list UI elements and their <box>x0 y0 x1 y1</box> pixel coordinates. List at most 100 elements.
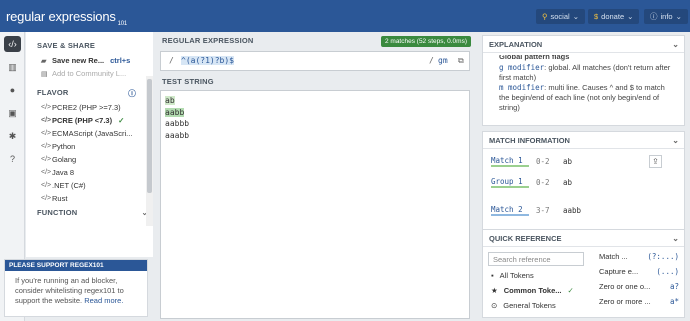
explanation-body: Global pattern flags g modifier: global.… <box>483 53 684 113</box>
flavor-label: Java 8 <box>52 168 75 177</box>
test-line-text: aabb <box>165 107 185 117</box>
reference-category[interactable]: ⊙ General Tokens <box>491 301 556 310</box>
test-line: aabbb <box>165 119 465 131</box>
explanation-header: EXPLANATION ⌄ <box>483 36 684 53</box>
all-tokens-icon: ▪ <box>491 271 494 280</box>
flavor-item[interactable]: </> .NET (C#) <box>26 179 153 192</box>
flavor-item[interactable]: </> Python <box>26 140 153 153</box>
delimiter-open: / <box>169 56 174 65</box>
match-info-row: Match 2 3-7 aabb <box>491 204 684 216</box>
library-icon[interactable]: ▥ <box>4 59 21 75</box>
reference-token[interactable]: Zero or more ... a* <box>599 297 679 306</box>
explanation-heading: Global pattern flags <box>499 55 570 61</box>
save-new-regex[interactable]: ▰ Save new Re... ctrl+s <box>26 54 153 67</box>
reference-token[interactable]: Capture e... (...) <box>599 267 679 276</box>
logo-version: 101 <box>117 20 128 27</box>
regex-editor-icon[interactable]: ‹/› <box>4 36 21 52</box>
add-to-community[interactable]: ▤ Add to Community L... <box>26 67 153 80</box>
code-icon: </> <box>41 195 52 202</box>
code-icon: </> <box>41 182 52 189</box>
reference-category[interactable]: ★ Common Toke... ✓ <box>491 286 574 295</box>
token-label: Match ... <box>599 252 628 261</box>
sidebar-scrollbar[interactable] <box>146 76 153 226</box>
check-icon: ✓ <box>567 286 574 295</box>
chevron-down-icon[interactable]: ⌄ <box>672 36 679 53</box>
share-icon[interactable]: ⇪ <box>649 155 662 168</box>
function-title: FUNCTION ⌄ <box>26 208 153 217</box>
add-community-label: Add to Community L... <box>52 69 127 78</box>
match-info-row: Group 1 0-2 ab <box>491 176 684 188</box>
test-line-text: aaabb <box>165 130 190 140</box>
flavor-title: FLAVOR ⓘ <box>26 88 153 99</box>
read-more-link[interactable]: Read more. <box>84 296 123 305</box>
chevron-down-icon: ⌄ <box>627 12 634 21</box>
flavor-item[interactable]: </> PCRE2 (PHP >=7.3) <box>26 101 153 114</box>
account-icon[interactable]: ● <box>4 82 21 98</box>
function-title-text: FUNCTION <box>37 208 78 217</box>
settings-icon[interactable]: ✱ <box>4 128 21 144</box>
flavor-item[interactable]: </> PCRE (PHP <7.3) ✓ <box>26 114 153 127</box>
flavor-label: Golang <box>52 155 77 164</box>
donate-button[interactable]: $ donate ⌄ <box>588 9 640 24</box>
flavor-item[interactable]: </> Rust <box>26 192 153 205</box>
code-icon: </> <box>41 130 52 137</box>
match-count-badge: 2 matches (52 steps, 0.0ms) <box>380 36 471 47</box>
flavor-list: </> PCRE2 (PHP >=7.3) </> PCRE (PHP <7.3) ✓ <… <box>26 101 153 205</box>
explanation-title: EXPLANATION <box>489 40 543 49</box>
logo[interactable]: regular expressions 101 <box>6 9 127 27</box>
chevron-down-icon: ⌄ <box>675 12 682 21</box>
flavor-item[interactable]: </> ECMAScript (JavaScri... <box>26 127 153 140</box>
star-icon: ★ <box>491 286 498 295</box>
donate-label: donate <box>601 12 625 21</box>
match-name: Match 2 <box>491 205 529 216</box>
flavor-label: PCRE2 (PHP >=7.3) <box>52 103 121 112</box>
social-button[interactable]: ⚲ social ⌄ <box>536 9 585 24</box>
test-line: ab <box>165 96 465 108</box>
reference-category[interactable]: ▪ All Tokens <box>491 271 534 280</box>
g-modifier: g modifier <box>499 63 545 72</box>
social-label: social <box>550 12 570 21</box>
chevron-down-icon[interactable]: ⌄ <box>672 230 679 247</box>
test-string-input[interactable]: ab aabb aabbb aaabb <box>160 90 470 319</box>
help-icon[interactable]: ⓘ <box>128 88 136 99</box>
copy-icon[interactable]: ⧉ <box>458 56 464 66</box>
m-modifier: m modifier <box>499 83 545 92</box>
info-button[interactable]: ⓘ info ⌄ <box>644 9 688 24</box>
category-label: General Tokens <box>503 301 556 310</box>
test-line: aaabb <box>165 131 465 143</box>
match-name: Match 1 <box>491 156 529 167</box>
flavor-label: Rust <box>52 194 68 203</box>
community-icon: ▤ <box>41 70 48 78</box>
match-value: aabb <box>563 205 582 215</box>
sidebar: SAVE & SHARE ▰ Save new Re... ctrl+s ▤ Add … <box>26 32 153 257</box>
support-box: PLEASE SUPPORT REGEX101 If you're runnin… <box>4 259 148 317</box>
regex-input[interactable]: / ^(a(?1)?b)$ / gm ⧉ <box>160 51 470 71</box>
match-name: Group 1 <box>491 177 529 188</box>
flavor-item[interactable]: </> Golang <box>26 153 153 166</box>
chevron-down-icon[interactable]: ⌄ <box>672 132 679 149</box>
top-bar: regular expressions 101 ⚲ social ⌄ $ donate ⌄… <box>0 0 690 32</box>
match-info-header: MATCH INFORMATION ⌄ <box>483 132 684 149</box>
delimiter-close: / <box>429 56 434 65</box>
quick-reference-header: QUICK REFERENCE ⌄ <box>483 230 684 247</box>
reference-token[interactable]: Match ... (?:...) <box>599 252 679 261</box>
match-position: 3-7 <box>536 205 550 215</box>
support-text: If you're running an ad blocker, conside… <box>5 271 147 306</box>
reference-token[interactable]: Zero or one o... a? <box>599 282 679 291</box>
save-shortcut: ctrl+s <box>110 56 131 65</box>
regex-pattern[interactable]: ^(a(?1)?b)$ <box>181 56 234 65</box>
quiz-icon[interactable]: ▣ <box>4 105 21 121</box>
code-icon: </> <box>41 169 52 176</box>
explanation-panel: EXPLANATION ⌄ Global pattern flags g modi… <box>482 35 685 126</box>
save-new-label: Save new Re... <box>52 56 105 65</box>
flavor-item[interactable]: </> Java 8 <box>26 166 153 179</box>
flags-button[interactable]: gm <box>438 56 448 65</box>
scrollbar-thumb[interactable] <box>147 79 152 193</box>
flavor-title-text: FLAVOR <box>37 88 69 97</box>
flavor-label: Python <box>52 142 76 151</box>
help-icon[interactable]: ? <box>4 151 21 167</box>
logo-text: regular expressions <box>6 9 116 24</box>
regex-label: REGULAR EXPRESSION <box>162 36 254 45</box>
reference-search-input[interactable]: Search reference <box>488 252 584 266</box>
search-placeholder: Search reference <box>493 255 551 264</box>
